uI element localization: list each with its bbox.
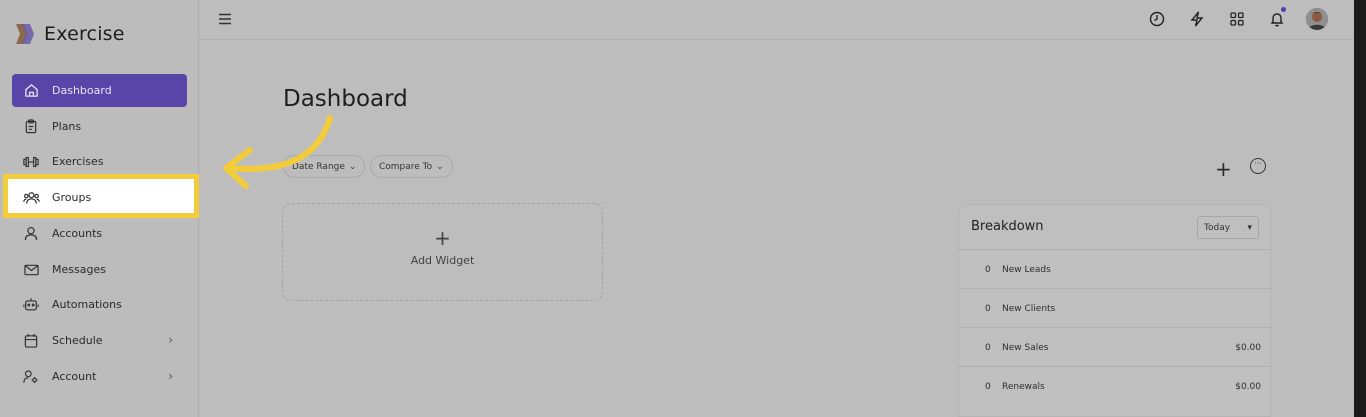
- sidebar-item-label: Schedule: [52, 334, 103, 347]
- clipboard-icon: [22, 118, 40, 136]
- users-icon: [22, 189, 40, 207]
- hamburger-menu-icon[interactable]: [218, 12, 232, 26]
- plus-icon: +: [434, 226, 451, 250]
- row-label: Renewals: [1002, 382, 1045, 392]
- breakdown-row[interactable]: 0 New Sales $0.00: [959, 327, 1272, 366]
- add-widget-label: Add Widget: [410, 254, 475, 267]
- chevron-down-icon: ⌄: [348, 161, 357, 172]
- sidebar-item-label: Messages: [52, 263, 106, 276]
- sidebar-item-schedule[interactable]: Schedule ›: [12, 324, 187, 357]
- caret-down-icon: ▾: [1247, 222, 1252, 233]
- date-range-label: Date Range: [292, 161, 345, 172]
- sidebar-item-label: Exercises: [52, 155, 104, 168]
- breakdown-title: Breakdown: [971, 219, 1044, 234]
- breakdown-card: Breakdown Today ▾ 0 New Leads 0 New Clie…: [958, 204, 1272, 417]
- calendar-icon: [22, 332, 40, 350]
- add-widget-area[interactable]: + Add Widget: [282, 203, 603, 301]
- sidebar-item-label: Plans: [52, 120, 82, 133]
- brand[interactable]: Exercise: [14, 22, 125, 46]
- sidebar-item-automations[interactable]: Automations: [12, 288, 187, 321]
- page-title: Dashboard: [283, 86, 408, 112]
- sidebar-item-dashboard[interactable]: Dashboard: [12, 74, 187, 107]
- chevron-down-icon: ⌄: [436, 161, 444, 172]
- sidebar: Exercise Dashboard Plans Exercises Group…: [0, 0, 199, 417]
- add-icon[interactable]: +: [1215, 157, 1232, 181]
- user-settings-icon: [22, 368, 40, 386]
- mail-icon: [22, 261, 40, 279]
- row-label: New Leads: [1002, 265, 1051, 275]
- compare-to-label: Compare To: [379, 161, 433, 172]
- topbar: [199, 0, 1354, 40]
- avatar[interactable]: [1306, 8, 1328, 30]
- row-count: 0: [985, 304, 991, 314]
- logo-icon: [16, 24, 34, 44]
- more-options-icon[interactable]: ···: [1250, 158, 1266, 174]
- row-value: $0.00: [1235, 382, 1261, 392]
- sidebar-item-label: Accounts: [52, 227, 103, 240]
- chevron-right-icon: ›: [168, 369, 173, 383]
- sidebar-item-account[interactable]: Account ›: [12, 360, 187, 393]
- sidebar-item-accounts[interactable]: Accounts: [12, 217, 187, 250]
- row-label: New Clients: [1002, 304, 1056, 314]
- sidebar-item-label: Dashboard: [52, 84, 112, 97]
- sidebar-item-label: Groups: [52, 191, 92, 204]
- period-value: Today: [1204, 222, 1231, 233]
- notification-dot: [1281, 7, 1286, 12]
- dumbbell-icon: [22, 153, 40, 171]
- brand-name: Exercise: [44, 23, 125, 45]
- topbar-actions: [1146, 7, 1328, 30]
- period-select[interactable]: Today ▾: [1197, 216, 1259, 239]
- compare-to-dropdown[interactable]: Compare To ⌄: [370, 155, 453, 178]
- clock-icon[interactable]: [1146, 8, 1168, 30]
- row-count: 0: [985, 265, 991, 275]
- bolt-icon[interactable]: [1186, 8, 1208, 30]
- sidebar-item-label: Automations: [52, 298, 122, 311]
- breakdown-row[interactable]: 0 New Clients: [959, 288, 1272, 327]
- row-label: New Sales: [1002, 343, 1049, 353]
- date-range-dropdown[interactable]: Date Range ⌄: [283, 155, 366, 178]
- row-count: 0: [985, 343, 991, 353]
- robot-icon: [22, 296, 40, 314]
- breakdown-row[interactable]: 0 Renewals $0.00: [959, 366, 1272, 405]
- row-value: $0.00: [1235, 343, 1261, 353]
- sidebar-item-plans[interactable]: Plans: [12, 110, 187, 143]
- breakdown-row[interactable]: 0 New Leads: [959, 249, 1272, 288]
- scrollbar[interactable]: [1354, 0, 1366, 417]
- bell-icon[interactable]: [1266, 7, 1288, 30]
- sidebar-item-messages[interactable]: Messages: [12, 253, 187, 286]
- sidebar-item-label: Account: [52, 370, 97, 383]
- home-icon: [22, 82, 40, 100]
- user-icon: [22, 225, 40, 243]
- chevron-right-icon: ›: [168, 333, 173, 347]
- row-count: 0: [985, 382, 991, 392]
- sidebar-item-groups[interactable]: Groups: [12, 181, 187, 214]
- apps-grid-icon[interactable]: [1226, 8, 1248, 30]
